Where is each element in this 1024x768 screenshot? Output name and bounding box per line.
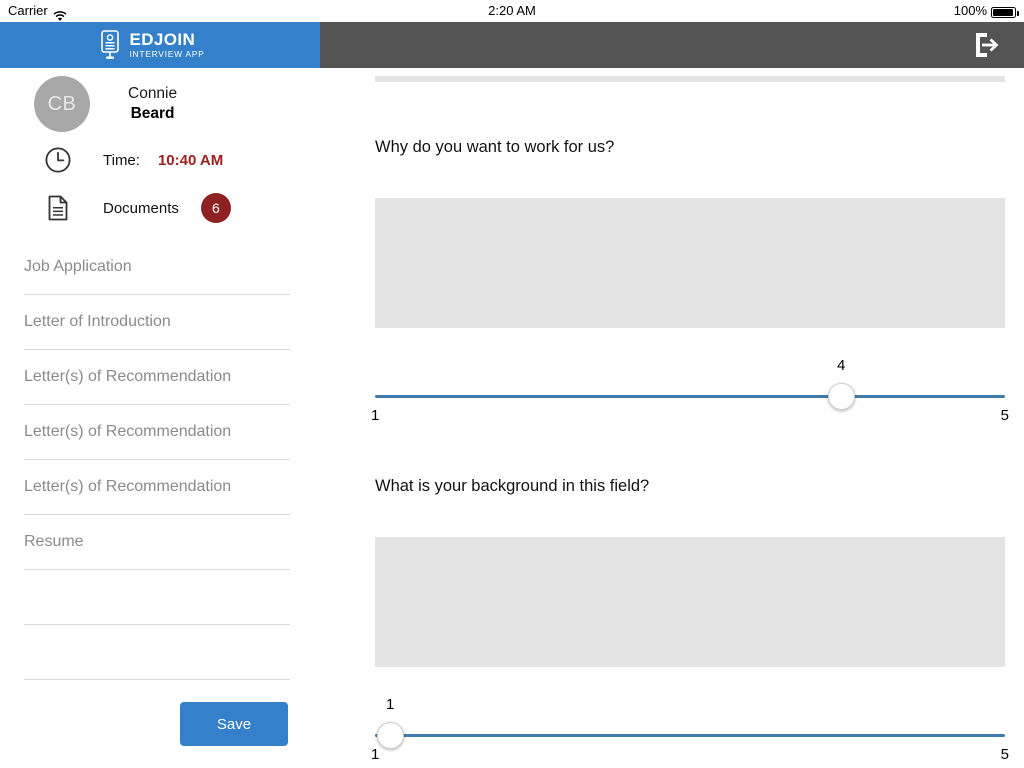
document-list: Job Application Letter of Introduction L… [24, 240, 290, 680]
answer-input[interactable] [375, 537, 1005, 667]
candidate-first-name: Connie [128, 85, 178, 103]
previous-answer-box-partial[interactable] [375, 76, 1005, 82]
battery-full-icon [991, 6, 1019, 18]
list-item[interactable]: Job Application [24, 240, 290, 295]
list-item[interactable]: Letter(s) of Recommendation [24, 350, 290, 405]
app-bar: EDJOIN INTERVIEW APP [0, 22, 1024, 68]
avatar: CB [34, 76, 90, 132]
questions-panel: Why do you want to work for us? 4 1 5 Wh… [320, 68, 1024, 768]
candidate-name: Connie Beard [128, 84, 177, 124]
battery-percent-label: 100% [953, 3, 987, 18]
candidate-last-name: Beard [130, 105, 175, 122]
save-button[interactable]: Save [180, 702, 288, 746]
time-label: Time: [103, 151, 140, 169]
documents-row[interactable]: Documents 6 [44, 193, 231, 223]
edjoin-id-card-icon [99, 30, 121, 60]
status-bar-right: 100% [953, 0, 1019, 22]
slider-track[interactable] [375, 734, 1005, 737]
documents-label: Documents [103, 199, 179, 217]
status-bar-left: Carrier [8, 0, 67, 22]
list-item[interactable]: Letter of Introduction [24, 295, 290, 350]
documents-count-badge: 6 [200, 193, 231, 223]
logo-title: EDJOIN [129, 30, 196, 50]
slider-value-label: 1 [385, 696, 395, 713]
list-item[interactable]: Letter(s) of Recommendation [24, 460, 290, 515]
app-brand: EDJOIN INTERVIEW APP [0, 22, 320, 68]
wifi-icon [53, 7, 67, 21]
slider-min-label: 1 [371, 407, 380, 424]
slider-value-label: 4 [837, 357, 846, 374]
document-icon [44, 194, 72, 222]
list-item[interactable]: Letter(s) of Recommendation [24, 405, 290, 460]
list-item[interactable] [24, 625, 290, 680]
list-item[interactable] [24, 570, 290, 625]
carrier-label: Carrier [8, 3, 48, 18]
status-bar-clock: 2:20 AM [488, 3, 536, 18]
logo-subtitle: INTERVIEW APP [129, 49, 205, 60]
app-root: 2:20 AM Carrier 100% EDJOIN INTERVIEW AP… [0, 0, 1024, 768]
slider-track[interactable] [375, 395, 1005, 398]
slider-thumb[interactable] [376, 722, 404, 749]
list-item[interactable]: Resume [24, 515, 290, 570]
question-text: What is your background in this field? [375, 477, 650, 495]
answer-input[interactable] [375, 198, 1005, 328]
candidate-profile: CB Connie Beard [34, 76, 177, 132]
time-value: 10:40 AM [157, 151, 224, 169]
slider-thumb[interactable] [827, 383, 855, 410]
clock-icon [44, 146, 72, 174]
logout-icon[interactable] [970, 29, 1002, 61]
slider-max-label: 5 [1000, 746, 1009, 763]
slider-max-label: 5 [1000, 407, 1009, 424]
time-row: Time: 10:40 AM [44, 146, 223, 174]
slider-min-label: 1 [371, 746, 380, 763]
ios-status-bar: 2:20 AM Carrier 100% [0, 0, 1024, 22]
question-text: Why do you want to work for us? [375, 138, 615, 156]
sidebar: CB Connie Beard Time: 10:40 AM Documents… [0, 68, 320, 768]
